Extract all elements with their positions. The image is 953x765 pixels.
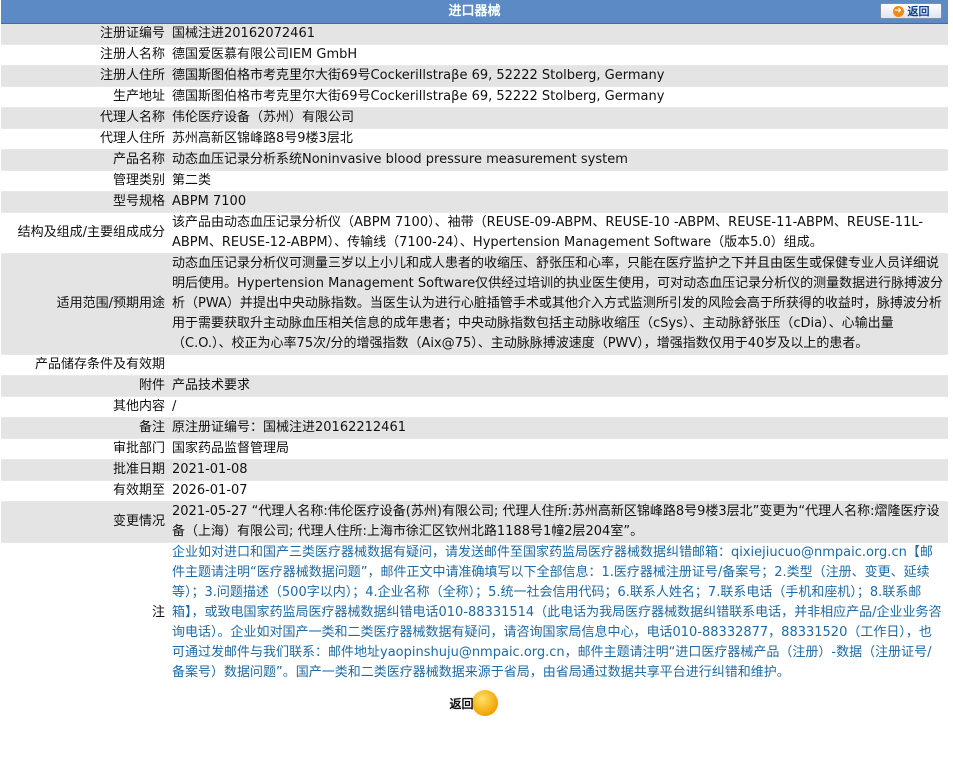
page-footer: 返回	[1, 683, 948, 723]
field-label: 代理人住所	[1, 128, 169, 150]
table-row: 结构及组成/主要组成成分 该产品由动态血压记录分析仪（ABPM 7100）、袖带（…	[1, 212, 948, 254]
field-label: 变更情况	[1, 501, 169, 543]
table-row: 附件 产品技术要求	[1, 375, 948, 397]
field-label: 备注	[1, 417, 169, 439]
field-label: 注册证编号	[1, 24, 169, 45]
table-row: 审批部门 国家药品监督管理局	[1, 438, 948, 460]
field-label: 结构及组成/主要组成成分	[1, 212, 169, 254]
field-value: 产品技术要求	[169, 375, 948, 397]
field-value: /	[169, 396, 948, 418]
field-label: 生产地址	[1, 86, 169, 108]
table-row: 其他内容 /	[1, 396, 948, 418]
field-value: 2021-01-08	[169, 459, 948, 481]
field-value: 国械注进20162072461	[169, 24, 948, 45]
table-row: 生产地址 德国斯图伯格市考克里尔大街69号Cockerillstraβe 69, …	[1, 86, 948, 108]
table-row: 代理人名称 伟伦医疗设备（苏州）有限公司	[1, 107, 948, 129]
field-value: 第二类	[169, 170, 948, 192]
field-label: 审批部门	[1, 438, 169, 460]
field-label: 有效期至	[1, 480, 169, 502]
field-value	[169, 354, 948, 376]
field-value: 该产品由动态血压记录分析仪（ABPM 7100）、袖带（REUSE-09-ABP…	[169, 212, 948, 254]
field-label: 适用范围/预期用途	[1, 253, 169, 355]
field-value: 伟伦医疗设备（苏州）有限公司	[169, 107, 948, 129]
table-row: 产品储存条件及有效期	[1, 354, 948, 376]
field-label: 其他内容	[1, 396, 169, 418]
field-label: 批准日期	[1, 459, 169, 481]
field-value: 2026-01-07	[169, 480, 948, 502]
arrow-right-icon: ➜	[892, 5, 904, 17]
page-header: 进口器械 ➜ 返回	[1, 0, 948, 24]
table-row: 批准日期 2021-01-08	[1, 459, 948, 481]
field-label: 产品名称	[1, 149, 169, 171]
table-row: 管理类别 第二类	[1, 170, 948, 192]
detail-page: 进口器械 ➜ 返回 注册证编号 国械注进20162072461 注册人名称 德国爱医慕…	[1, 0, 948, 723]
back-button-bottom-label: 返回	[449, 696, 474, 711]
table-row: 注册人住所 德国斯图伯格市考克里尔大街69号Cockerillstraβe 69,…	[1, 65, 948, 87]
field-label: 管理类别	[1, 170, 169, 192]
table-row: 注册人名称 德国爱医慕有限公司IEM GmbH	[1, 44, 948, 66]
note-text: 企业如对进口和国产三类医疗器械数据有疑问，请发送邮件至国家药监局医疗器械数据纠错…	[169, 542, 948, 683]
field-label: 产品储存条件及有效期	[1, 354, 169, 376]
table-row: 注册证编号 国械注进20162072461	[1, 24, 948, 45]
field-value: 原注册证编号：国械注进20162212461	[169, 417, 948, 439]
back-button-top[interactable]: ➜ 返回	[880, 3, 942, 19]
table-row: 适用范围/预期用途 动态血压记录分析仪可测量三岁以上小儿和成人患者的收缩压、舒张压…	[1, 253, 948, 355]
field-value: 动态血压记录分析仪可测量三岁以上小儿和成人患者的收缩压、舒张压和心率，只能在医疗…	[169, 253, 948, 355]
note-row: 注企业如对进口和国产三类医疗器械数据有疑问，请发送邮件至国家药监局医疗器械数据纠…	[1, 542, 948, 683]
field-value: 德国斯图伯格市考克里尔大街69号Cockerillstraβe 69, 5222…	[169, 86, 948, 108]
field-label: 注册人住所	[1, 65, 169, 87]
field-value: 动态血压记录分析系统Noninvasive blood pressure mea…	[169, 149, 948, 171]
table-row: 有效期至 2026-01-07	[1, 480, 948, 502]
back-button-bottom[interactable]: 返回	[448, 689, 502, 717]
field-value: 德国斯图伯格市考克里尔大街69号Cockerillstraβe 69, 5222…	[169, 65, 948, 87]
table-row: 产品名称 动态血压记录分析系统Noninvasive blood pressure…	[1, 149, 948, 171]
table-row: 备注 原注册证编号：国械注进20162212461	[1, 417, 948, 439]
field-value: 苏州高新区锦峰路8号9楼3层北	[169, 128, 948, 150]
note-label: 注	[1, 542, 169, 683]
field-value: 2021-05-27 “代理人名称:伟伦医疗设备(苏州)有限公司; 代理人住所:…	[169, 501, 948, 543]
field-label: 注册人名称	[1, 44, 169, 66]
table-row: 变更情况 2021-05-27 “代理人名称:伟伦医疗设备(苏州)有限公司; 代理…	[1, 501, 948, 543]
field-value: 德国爱医慕有限公司IEM GmbH	[169, 44, 948, 66]
field-label: 代理人名称	[1, 107, 169, 129]
page-title: 进口器械	[448, 4, 501, 19]
back-button-top-label: 返回	[907, 5, 930, 18]
table-row: 型号规格 ABPM 7100	[1, 191, 948, 213]
field-label: 型号规格	[1, 191, 169, 213]
field-value: 国家药品监督管理局	[169, 438, 948, 460]
field-label: 附件	[1, 375, 169, 397]
back-circle-icon	[471, 690, 498, 716]
table-row: 代理人住所 苏州高新区锦峰路8号9楼3层北	[1, 128, 948, 150]
field-value: ABPM 7100	[169, 191, 948, 213]
detail-table: 注册证编号 国械注进20162072461 注册人名称 德国爱医慕有限公司IEM Gm…	[1, 24, 948, 683]
